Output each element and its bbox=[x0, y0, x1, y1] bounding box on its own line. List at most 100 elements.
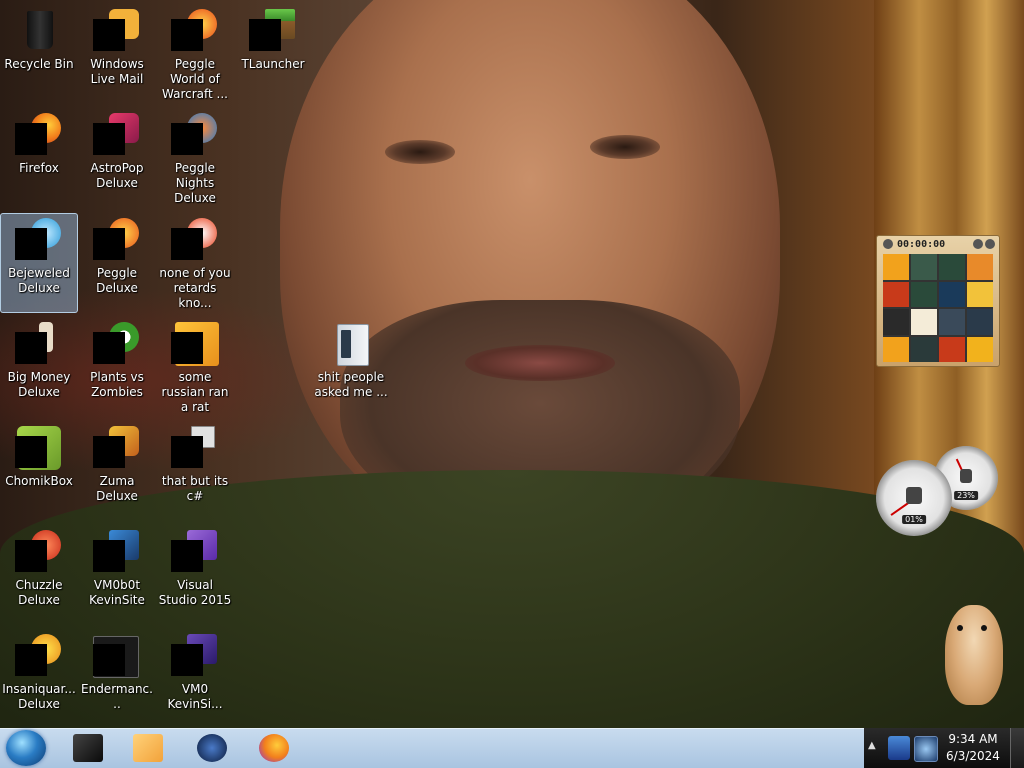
icon-label: Endermanc... bbox=[81, 682, 153, 711]
icon-label: VM0 KevinSi... bbox=[167, 682, 223, 711]
puzzle-tile[interactable] bbox=[967, 254, 993, 280]
desktop-icon-vm0-kevinsite[interactable]: VM0 KevinSi... bbox=[156, 629, 234, 729]
icon-label: Chuzzle Deluxe bbox=[15, 578, 63, 607]
desktop-icon-bejeweled-deluxe[interactable]: Bejeweled Deluxe bbox=[0, 213, 78, 313]
desktop-icon-peggle-shortcut[interactable]: none of you retards kno... bbox=[156, 213, 234, 313]
icon-label: Firefox bbox=[19, 161, 59, 175]
desktop-icon-chuzzle-deluxe[interactable]: Chuzzle Deluxe bbox=[0, 525, 78, 625]
puzzle-tile[interactable] bbox=[939, 309, 965, 335]
puzzle-tile[interactable] bbox=[939, 254, 965, 280]
icon-label: Plants vs Zombies bbox=[90, 370, 144, 399]
icon-label: Peggle Nights Deluxe bbox=[174, 161, 216, 205]
show-hidden-icons-arrow[interactable]: ▲ bbox=[868, 740, 876, 751]
puzzle-tile[interactable] bbox=[883, 254, 909, 280]
desktop-icon-peggle-deluxe[interactable]: Peggle Deluxe bbox=[78, 213, 156, 313]
wallpaper-eye bbox=[590, 135, 660, 159]
puzzle-tile[interactable] bbox=[911, 309, 937, 335]
firefox-icon bbox=[259, 734, 289, 762]
icon-label: some russian ran a rat bbox=[161, 370, 229, 414]
bejeweled-deluxe-icon bbox=[15, 216, 63, 264]
app-tray-icon[interactable] bbox=[914, 736, 938, 762]
icon-label: Peggle World of Warcraft ... bbox=[162, 57, 228, 101]
cmd-taskbar-button[interactable] bbox=[66, 732, 110, 764]
peggle-deluxe-icon bbox=[93, 216, 141, 264]
plants-vs-zombies-icon bbox=[93, 320, 141, 368]
icon-label: Visual Studio 2015 bbox=[158, 578, 232, 607]
vm-shortcut-icon bbox=[93, 528, 141, 576]
icon-label: that but its c# bbox=[161, 474, 229, 503]
puzzle-tile[interactable] bbox=[967, 309, 993, 335]
puzzle-tile[interactable] bbox=[883, 309, 909, 335]
icon-label: Windows Live Mail bbox=[90, 57, 144, 86]
chuzzle-deluxe-icon bbox=[15, 528, 63, 576]
clock-date: 6/3/2024 bbox=[946, 749, 1000, 763]
media-player-taskbar-button[interactable] bbox=[126, 732, 170, 764]
puzzle-tile[interactable] bbox=[939, 336, 965, 362]
show-desktop-button[interactable] bbox=[1010, 728, 1024, 768]
desktop-icon-big-money-deluxe[interactable]: Big Money Deluxe bbox=[0, 317, 78, 417]
tlauncher-icon bbox=[249, 7, 297, 55]
desktop-icon-windows-live-mail[interactable]: Windows Live Mail bbox=[78, 4, 156, 104]
windows-live-mail-icon bbox=[93, 7, 141, 55]
start-button[interactable] bbox=[6, 730, 46, 766]
puzzle-tile[interactable] bbox=[967, 281, 993, 307]
help-icon[interactable] bbox=[973, 239, 983, 249]
recycle-bin-icon bbox=[27, 11, 53, 49]
desktop-icon-tlauncher[interactable]: TLauncher bbox=[234, 4, 312, 104]
desktop-icon-some-russian-ran-a-rat[interactable]: some russian ran a rat bbox=[156, 317, 234, 417]
cpu-usage-label: 01% bbox=[902, 514, 926, 524]
puzzle-tile[interactable] bbox=[967, 336, 993, 362]
vm-shortcut-2-icon bbox=[171, 632, 219, 680]
desktop-icon-plants-vs-zombies[interactable]: Plants vs Zombies bbox=[78, 317, 156, 417]
globe-icon bbox=[197, 734, 227, 762]
network-tray-icon[interactable] bbox=[888, 736, 910, 760]
desktop-icon-peggle-nights-deluxe[interactable]: Peggle Nights Deluxe bbox=[156, 108, 234, 208]
desktop-icon-recycle-bin[interactable]: Recycle Bin bbox=[0, 4, 78, 104]
puzzle-tile[interactable] bbox=[911, 254, 937, 280]
desktop-icon-firefox[interactable]: Firefox bbox=[0, 108, 78, 208]
ram-usage-label: 23% bbox=[954, 490, 978, 500]
puzzle-tile[interactable] bbox=[911, 336, 937, 362]
puzzle-tile[interactable] bbox=[911, 281, 937, 307]
astropop-deluxe-icon bbox=[93, 111, 141, 159]
desktop-icon-visual-studio-2015[interactable]: Visual Studio 2015 bbox=[156, 525, 234, 625]
memory-icon bbox=[959, 469, 973, 484]
hamster-desktop-pet[interactable] bbox=[945, 605, 1003, 705]
peggle-shortcut-icon bbox=[171, 216, 219, 264]
globe-taskbar-button[interactable] bbox=[190, 732, 234, 764]
icon-label: TLauncher bbox=[241, 57, 305, 71]
terminal-icon bbox=[73, 734, 103, 762]
taskbar: ▲ bbox=[0, 728, 1024, 768]
wallpaper-mouth bbox=[465, 345, 615, 381]
puzzle-grid[interactable] bbox=[883, 254, 993, 362]
desktop-icon-vm0b0t-kevinsite[interactable]: VM0b0t KevinSite bbox=[78, 525, 156, 625]
processor-icon bbox=[906, 487, 922, 505]
icon-label: VM0b0t KevinSite bbox=[89, 578, 145, 607]
zuma-deluxe-icon bbox=[93, 424, 141, 472]
chomikbox-icon bbox=[15, 424, 63, 472]
shuffle-icon[interactable] bbox=[985, 239, 995, 249]
desktop-icon-chomikbox[interactable]: ChomikBox bbox=[0, 421, 78, 521]
taskbar-clock[interactable]: 9:34 AM 6/3/2024 bbox=[938, 731, 1008, 765]
icon-label: Insaniquar... Deluxe bbox=[2, 682, 76, 711]
peggle-world-of-warcraft-icon bbox=[171, 7, 219, 55]
orange-app-icon bbox=[171, 320, 219, 368]
desktop-icon-peggle-world-of-warcraft[interactable]: Peggle World of Warcraft ... bbox=[156, 4, 234, 104]
picture-puzzle-gadget[interactable]: 00:00:00 bbox=[876, 235, 1000, 367]
clock-time: 9:34 AM bbox=[948, 732, 998, 746]
desktop-icon-that-but-its-csharp[interactable]: that but its c# bbox=[156, 421, 234, 521]
insaniquarium-deluxe-icon bbox=[15, 632, 63, 680]
desktop-icon-zuma-deluxe[interactable]: Zuma Deluxe bbox=[78, 421, 156, 521]
puzzle-tile[interactable] bbox=[883, 281, 909, 307]
desktop-icon-endermanch[interactable]: Endermanc... bbox=[78, 629, 156, 729]
folder-icon bbox=[341, 330, 351, 358]
puzzle-tile[interactable] bbox=[939, 281, 965, 307]
puzzle-tile[interactable] bbox=[883, 336, 909, 362]
desktop-icon-shit-people-asked-me[interactable]: shit people asked me ... bbox=[312, 317, 390, 417]
desktop-icon-astropop-deluxe[interactable]: AstroPop Deluxe bbox=[78, 108, 156, 208]
firefox-taskbar-button[interactable] bbox=[252, 732, 296, 764]
recycle-bin-icon bbox=[15, 7, 63, 55]
pause-icon[interactable] bbox=[883, 239, 893, 249]
peggle-nights-deluxe-icon bbox=[171, 111, 219, 159]
desktop-icon-insaniquarium-deluxe[interactable]: Insaniquar... Deluxe bbox=[0, 629, 78, 729]
